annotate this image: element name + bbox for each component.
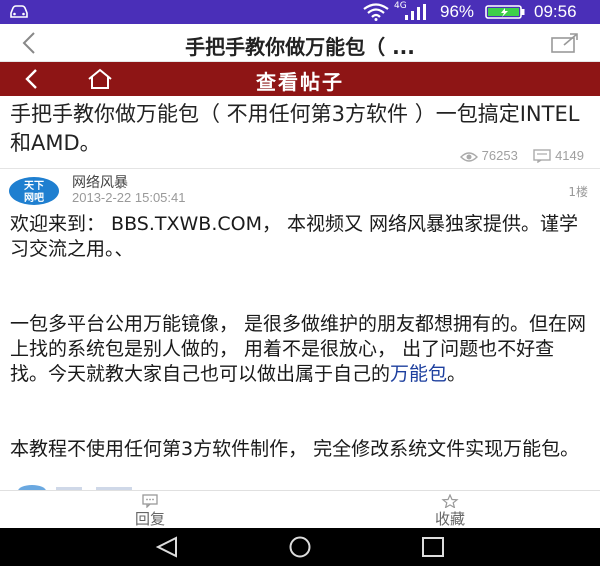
paragraph-2-text: 一包多平台公用万能镜像， 是很多做维护的朋友都想拥有的。但在网上找的系统包是别人… [10,313,587,385]
post-time: 2013-2-22 15:05:41 [72,190,186,205]
clock: 09:56 [534,2,577,21]
signal-icon [405,4,426,20]
post-body: 欢迎来到： BBS.TXWB.COM， 本视频又 网络风暴独家提供。谨学习交流之… [10,212,592,462]
post-stats: 76253 4149 [460,148,584,164]
action-bar: 回复 收藏 [0,490,600,528]
divider [0,168,600,169]
avatar-text-1: 天下 [24,180,44,192]
reply-count: 4149 [555,148,584,163]
reply-icon [142,494,158,508]
avatar-text-2: 网吧 [24,192,44,204]
nav-home-icon[interactable] [285,536,315,558]
universal-package-link[interactable]: 万能包 [390,363,447,385]
nav-back-icon[interactable] [154,536,180,558]
floor-label: 1楼 [568,185,588,199]
view-count: 76253 [481,148,518,163]
app-bar-title: 手把手教你做万能包（ ... [185,35,415,59]
web-header: 查看帖子 [0,62,600,96]
comment-icon [533,149,552,163]
share-icon[interactable] [550,32,580,54]
favorite-button[interactable]: 收藏 [390,491,510,529]
car-icon [10,5,28,18]
reply-button[interactable]: 回复 [90,491,210,529]
author-name[interactable]: 网络风暴 [72,172,128,192]
battery-icon [485,5,525,19]
paragraph-2: 一包多平台公用万能镜像， 是很多做维护的朋友都想拥有的。但在网上找的系统包是别人… [10,312,592,387]
favorite-label: 收藏 [434,510,465,528]
star-icon [441,494,459,508]
wifi-icon [363,3,389,21]
paragraph-1: 欢迎来到： BBS.TXWB.COM， 本视频又 网络风暴独家提供。谨学习交流之… [10,213,579,260]
paragraph-2-end: 。 [447,363,467,385]
status-bar: 4G 96% 09:56 [0,0,600,24]
nav-recent-icon[interactable] [420,536,446,558]
app-bar: 手把手教你做万能包（ ... [0,24,600,62]
reply-label: 回复 [134,510,165,528]
paragraph-3: 本教程不使用任何第3方软件制作， 完全修改系统文件实现万能包。 [10,438,580,460]
back-icon[interactable] [22,67,42,91]
home-icon[interactable] [86,68,114,90]
back-icon[interactable] [18,30,42,56]
battery-percent: 96% [440,2,475,21]
avatar[interactable]: 天下 网吧 [8,176,60,206]
eye-icon [460,152,479,162]
system-nav-bar [0,528,600,566]
